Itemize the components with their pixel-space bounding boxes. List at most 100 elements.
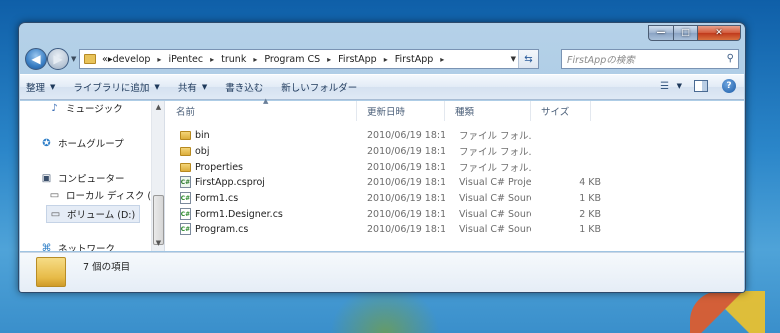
refresh-button[interactable]: ⇆ [518, 50, 538, 68]
explorer-window: — □ ✕ ◀ ▶ ▼ « ▸ develop ▸ iPentec ▸ trun… [18, 22, 746, 293]
file-size: 4 KB [579, 176, 601, 188]
breadcrumb-item[interactable]: Program CS [264, 54, 320, 65]
table-row[interactable]: C# Form1.Designer.cs 2010/06/19 18:11 Vis… [166, 206, 744, 222]
file-name: Program.cs [195, 223, 249, 235]
caret-down-icon: ▼ [154, 83, 160, 91]
chevron-right-icon[interactable]: ▸ [157, 55, 161, 64]
search-icon[interactable]: ⚲ [727, 53, 734, 64]
back-button[interactable]: ◀ [25, 48, 47, 70]
file-date: 2010/06/19 18:11 [367, 145, 445, 157]
column-headers: 名前 更新日時 種類 サイズ ▲ [166, 97, 744, 121]
chevron-right-icon[interactable]: ▸ [327, 55, 331, 64]
search-placeholder: FirstAppの検索 [567, 55, 635, 66]
file-type: Visual C# Proje... [459, 176, 531, 188]
view-dropdown-caret[interactable]: ▼ [677, 82, 682, 90]
file-date: 2010/06/19 18:11 [367, 161, 445, 173]
file-name: Form1.Designer.cs [195, 208, 283, 220]
navigation-pane: ♪ ミュージック ✪ ホームグループ ▣ コンピューター ▭ ローカル ディスク… [20, 101, 165, 251]
file-date: 2010/06/19 18:11 [367, 129, 445, 141]
address-bar[interactable]: « ▸ develop ▸ iPentec ▸ trunk ▸ Program … [79, 49, 539, 69]
minimize-button[interactable]: — [648, 25, 674, 41]
column-header-size[interactable]: サイズ [531, 101, 591, 121]
caret-down-icon: ▼ [201, 83, 208, 91]
nav-item-network[interactable]: ⌘ ネットワーク [40, 241, 116, 252]
caption-buttons: — □ ✕ [648, 25, 741, 41]
computer-icon: ▣ [41, 172, 52, 184]
folder-icon [180, 130, 191, 140]
breadcrumb-item[interactable]: iPentec [168, 54, 203, 65]
help-icon[interactable]: ? [722, 79, 736, 93]
file-type: ファイル フォル... [459, 163, 531, 174]
file-date: 2010/06/19 18:11 [367, 176, 445, 188]
file-date: 2010/06/19 18:11 [367, 208, 445, 220]
file-name: obj [195, 145, 210, 157]
folder-icon [180, 146, 191, 156]
table-row[interactable]: C# Program.cs 2010/06/19 18:11 Visual C# … [166, 221, 744, 237]
search-box[interactable]: FirstAppの検索 ⚲ [561, 49, 739, 69]
view-options-icon[interactable]: ☰ [655, 79, 675, 93]
breadcrumb-item[interactable]: FirstApp [338, 54, 377, 65]
chevron-right-icon[interactable]: ▸ [440, 55, 444, 64]
file-name: Form1.cs [195, 192, 239, 204]
recent-pages-dropdown[interactable]: ▼ [71, 55, 76, 63]
folder-icon [180, 162, 191, 172]
nav-item-computer[interactable]: ▣ コンピューター [40, 171, 125, 186]
table-row[interactable]: C# Form1.cs 2010/06/19 18:11 Visual C# So… [166, 190, 744, 206]
preview-pane-icon[interactable] [694, 80, 708, 92]
chevron-right-icon[interactable]: ▸ [384, 55, 388, 64]
close-button[interactable]: ✕ [698, 25, 741, 41]
folder-icon [36, 257, 66, 287]
chevron-right-icon[interactable]: ▸ [210, 55, 214, 64]
file-name: bin [195, 129, 210, 141]
table-row[interactable]: Properties 2010/06/19 18:11 ファイル フォル... [166, 159, 744, 175]
nav-item-local-disk[interactable]: ▭ ローカル ディスク (C:) [48, 188, 164, 203]
nav-item-volume-d[interactable]: ▭ ボリューム (D:) [46, 205, 141, 223]
burn-button[interactable]: 書き込む [225, 80, 263, 94]
share-menu[interactable]: 共有 ▼ [178, 80, 207, 94]
breadcrumb-item[interactable]: develop [113, 54, 151, 65]
file-type: Visual C# Sourc... [459, 223, 531, 235]
navigation-bar: ◀ ▶ ▼ « ▸ develop ▸ iPentec ▸ trunk ▸ Pr… [23, 47, 741, 71]
file-size: 1 KB [579, 192, 601, 204]
maximize-button[interactable]: □ [674, 25, 698, 41]
forward-arrow-icon: ▶ [53, 52, 63, 66]
file-size: 2 KB [579, 208, 601, 220]
scroll-up-icon[interactable]: ▲ [152, 101, 164, 113]
cs-file-icon: C# [180, 192, 191, 204]
windows-logo-deco [690, 291, 765, 333]
file-type: Visual C# Sourc... [459, 192, 531, 204]
table-row[interactable]: obj 2010/06/19 18:11 ファイル フォル... [166, 143, 744, 159]
column-header-name[interactable]: 名前 [166, 101, 357, 121]
nav-pane-scrollbar[interactable]: ▲ ▼ [151, 101, 164, 251]
forward-button[interactable]: ▶ [47, 48, 69, 70]
file-name: FirstApp.csproj [195, 176, 265, 188]
file-size: 1 KB [579, 223, 601, 235]
table-row[interactable]: C# FirstApp.csproj 2010/06/19 18:11 Visua… [166, 174, 744, 190]
sort-ascending-icon: ▲ [263, 97, 269, 105]
chevron-right-icon[interactable]: ▸ [253, 55, 257, 64]
breadcrumb-item[interactable]: FirstApp [395, 54, 434, 65]
organize-menu[interactable]: 整理 ▼ [26, 80, 55, 94]
new-folder-button[interactable]: 新しいフォルダー [281, 80, 357, 94]
file-name: Properties [195, 161, 244, 173]
address-history-dropdown[interactable]: ▼ [511, 55, 516, 63]
nav-item-music[interactable]: ♪ ミュージック [48, 101, 123, 116]
caret-down-icon: ▼ [50, 83, 56, 91]
file-date: 2010/06/19 18:11 [367, 192, 445, 204]
column-header-type[interactable]: 種類 [445, 101, 531, 121]
nav-item-homegroup[interactable]: ✪ ホームグループ [40, 136, 123, 151]
csproj-icon: C# [180, 176, 191, 188]
table-row[interactable]: bin 2010/06/19 18:11 ファイル フォル... [166, 127, 744, 143]
column-header-date[interactable]: 更新日時 [357, 101, 445, 121]
breadcrumb: develop ▸ iPentec ▸ trunk ▸ Program CS ▸… [113, 54, 452, 65]
details-pane: 7 個の項目 [20, 252, 744, 292]
breadcrumb-item[interactable]: trunk [221, 54, 246, 65]
include-library-menu[interactable]: ライブラリに追加 ▼ [73, 80, 159, 94]
music-icon: ♪ [51, 102, 58, 114]
file-type: Visual C# Sourc... [459, 208, 531, 220]
folder-icon [84, 54, 96, 64]
item-count: 7 個の項目 [83, 262, 131, 273]
cs-file-icon: C# [180, 208, 191, 220]
scroll-down-icon[interactable]: ▼ [152, 237, 164, 249]
drive-icon: ▭ [49, 189, 60, 201]
